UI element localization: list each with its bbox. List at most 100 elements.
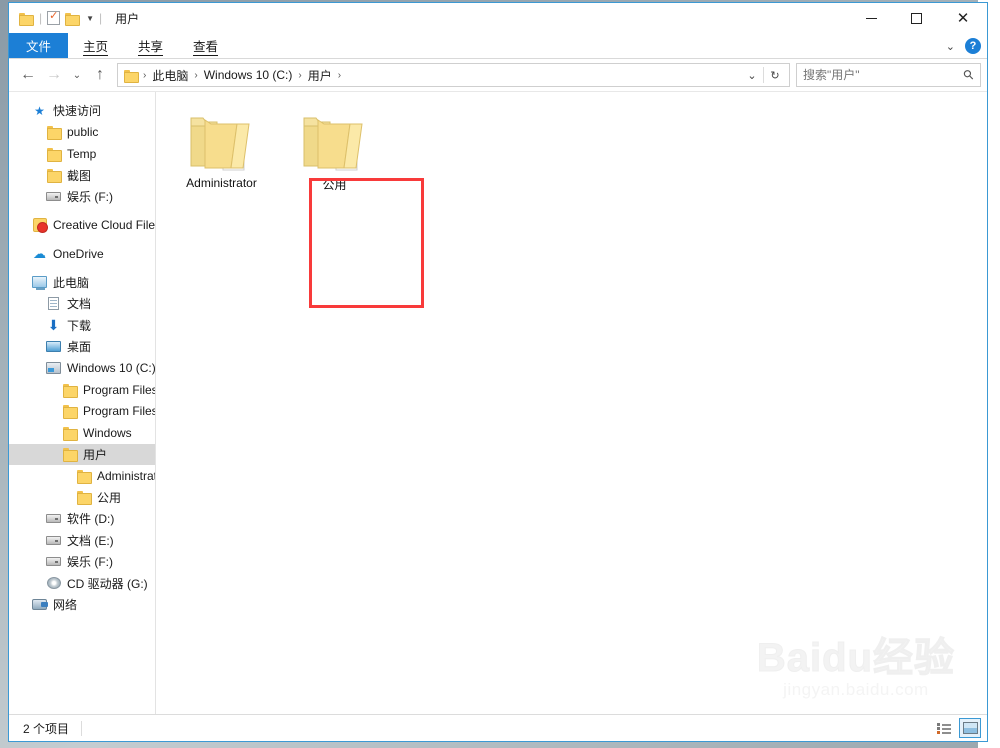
sidebar-item-18[interactable]: 软件 (D:): [9, 508, 155, 530]
watermark: Baidu经验 jingyan.baidu.com: [756, 636, 955, 700]
breadcrumb-item-this-pc[interactable]: 此电脑: [148, 67, 192, 84]
search-input[interactable]: [803, 68, 965, 82]
sidebar-item-label: 截图: [67, 168, 92, 183]
drive-icon: [45, 192, 62, 202]
sidebar-item-label: 快速访问: [53, 104, 102, 119]
sidebar-item-13[interactable]: Program Files (x86): [9, 401, 155, 423]
help-button[interactable]: ?: [965, 38, 981, 54]
folder-icon: [45, 147, 62, 162]
tab-file-label: 文件: [26, 40, 52, 54]
thumbnails-view-button[interactable]: [959, 718, 981, 738]
sidebar-item-label: 娱乐 (F:): [67, 190, 113, 205]
sidebar-item-17[interactable]: 公用: [9, 487, 155, 509]
this-pc-icon: [31, 276, 48, 291]
folder-icon: [45, 169, 62, 184]
up-button[interactable]: ↑: [87, 62, 113, 88]
sidebar-item-3[interactable]: 截图: [9, 165, 155, 187]
watermark-main: Baidu经验: [756, 636, 955, 681]
refresh-icon: ↻: [770, 69, 780, 82]
network-icon: [31, 599, 48, 611]
sidebar-item-6[interactable]: ☁ OneDrive: [9, 243, 155, 265]
sidebar-item-12[interactable]: Program Files: [9, 379, 155, 401]
drive-icon: [45, 535, 62, 545]
breadcrumb: › 此电脑 › Windows 10 (C:) › 用户 ›: [118, 67, 741, 84]
tab-home[interactable]: 主页: [68, 33, 123, 58]
sidebar-item-20[interactable]: 娱乐 (F:): [9, 551, 155, 573]
sidebar-item-label: Windows: [83, 425, 132, 440]
arrow-up-icon: ↑: [96, 66, 104, 83]
sidebar-item-label: Creative Cloud Files: [53, 218, 155, 233]
sidebar-item-2[interactable]: Temp: [9, 143, 155, 165]
new-folder-icon[interactable]: [65, 12, 81, 26]
folder-icon: [61, 426, 78, 441]
tab-file[interactable]: 文件: [9, 33, 69, 58]
file-list-pane[interactable]: Administrator 公用 Baidu经验 jingyan.baidu.c…: [156, 92, 987, 714]
thumbnails-view-icon: [962, 722, 978, 734]
breadcrumb-separator-0[interactable]: ›: [141, 70, 148, 81]
cd-drive-icon: [45, 577, 62, 590]
sidebar-item-10[interactable]: 桌面: [9, 336, 155, 358]
details-view-button[interactable]: [933, 718, 955, 738]
sidebar-item-19[interactable]: 文档 (E:): [9, 530, 155, 552]
sidebar-item-5[interactable]: Creative Cloud Files: [9, 215, 155, 237]
sidebar-item-label: CD 驱动器 (G:): [67, 576, 148, 591]
title-bar: | ▼ | 用户 ✕: [9, 3, 987, 33]
address-bar-tools: ⌄ ↻: [741, 64, 789, 86]
folder-icon[interactable]: [19, 12, 34, 26]
breadcrumb-item-windows-c[interactable]: Windows 10 (C:): [200, 68, 297, 82]
chevron-down-icon: ⌄: [747, 69, 757, 82]
sidebar-item-21[interactable]: CD 驱动器 (G:): [9, 573, 155, 595]
breadcrumb-separator-2[interactable]: ›: [296, 70, 303, 81]
breadcrumb-separator-3[interactable]: ›: [336, 70, 343, 81]
tab-view[interactable]: 查看: [178, 33, 233, 58]
details-view-icon: [937, 722, 951, 734]
sidebar-item-15[interactable]: 用户: [9, 443, 155, 465]
list-item[interactable]: Administrator: [170, 104, 273, 193]
sidebar-item-22[interactable]: 网络: [9, 594, 155, 616]
sidebar-item-label: Windows 10 (C:): [67, 361, 155, 376]
recent-locations-button[interactable]: ⌄: [67, 62, 87, 88]
refresh-button[interactable]: ↻: [764, 64, 786, 86]
search-box[interactable]: ⚲: [796, 63, 981, 87]
sidebar-item-11[interactable]: Windows 10 (C:): [9, 358, 155, 380]
sidebar-item-14[interactable]: Windows: [9, 422, 155, 444]
tab-share[interactable]: 共享: [123, 33, 178, 58]
tab-home-label: 主页: [83, 36, 109, 56]
breadcrumb-bar[interactable]: › 此电脑 › Windows 10 (C:) › 用户 › ⌄ ↻: [117, 63, 790, 87]
sidebar-item-1[interactable]: public: [9, 122, 155, 144]
sidebar-item-7[interactable]: 此电脑: [9, 272, 155, 294]
back-button[interactable]: ←: [15, 62, 41, 88]
folder-with-documents-icon: [300, 110, 370, 172]
breadcrumb-separator-1[interactable]: ›: [192, 70, 199, 81]
properties-icon[interactable]: [47, 9, 61, 25]
list-item-label: 公用: [322, 178, 347, 192]
window-title: 用户: [115, 11, 140, 26]
drive-icon: [45, 514, 62, 524]
sidebar-item-4[interactable]: 娱乐 (F:): [9, 186, 155, 208]
desktop-icon: [45, 341, 62, 353]
close-button[interactable]: ✕: [939, 3, 987, 33]
sidebar-item-8[interactable]: 文档: [9, 293, 155, 315]
sidebar-item-label: Program Files: [83, 382, 155, 397]
sidebar-item-0[interactable]: ★ 快速访问: [9, 100, 155, 122]
sidebar-item-16[interactable]: Administrator: [9, 465, 155, 487]
watermark-sub: jingyan.baidu.com: [783, 680, 929, 699]
customize-qat-chevron-icon[interactable]: ▼: [86, 14, 94, 23]
sidebar-item-9[interactable]: ⬇ 下载: [9, 315, 155, 337]
forward-button[interactable]: →: [41, 62, 67, 88]
sidebar-item-label: Temp: [67, 146, 97, 161]
arrow-left-icon: ←: [20, 66, 36, 83]
file-explorer-window: | ▼ | 用户 ✕ 文件 主页 共享 查看 ⌄ ? ← → ⌄ ↑: [8, 2, 988, 742]
chevron-down-icon[interactable]: ⌄: [946, 40, 955, 53]
breadcrumb-item-users[interactable]: 用户: [304, 67, 336, 84]
navigation-pane[interactable]: ★ 快速访问 public Temp 截图娱乐 (F:) Creative Cloud F…: [9, 92, 156, 714]
minimize-button[interactable]: [849, 3, 894, 33]
maximize-button[interactable]: [894, 3, 939, 33]
folder-icon: [61, 405, 78, 420]
item-count-label: 2 个项目: [23, 721, 70, 736]
list-item[interactable]: 公用: [283, 104, 386, 193]
drive-icon: [45, 557, 62, 567]
tab-share-label: 共享: [138, 36, 164, 56]
address-dropdown-button[interactable]: ⌄: [741, 64, 763, 86]
folder-icon: [75, 491, 92, 506]
